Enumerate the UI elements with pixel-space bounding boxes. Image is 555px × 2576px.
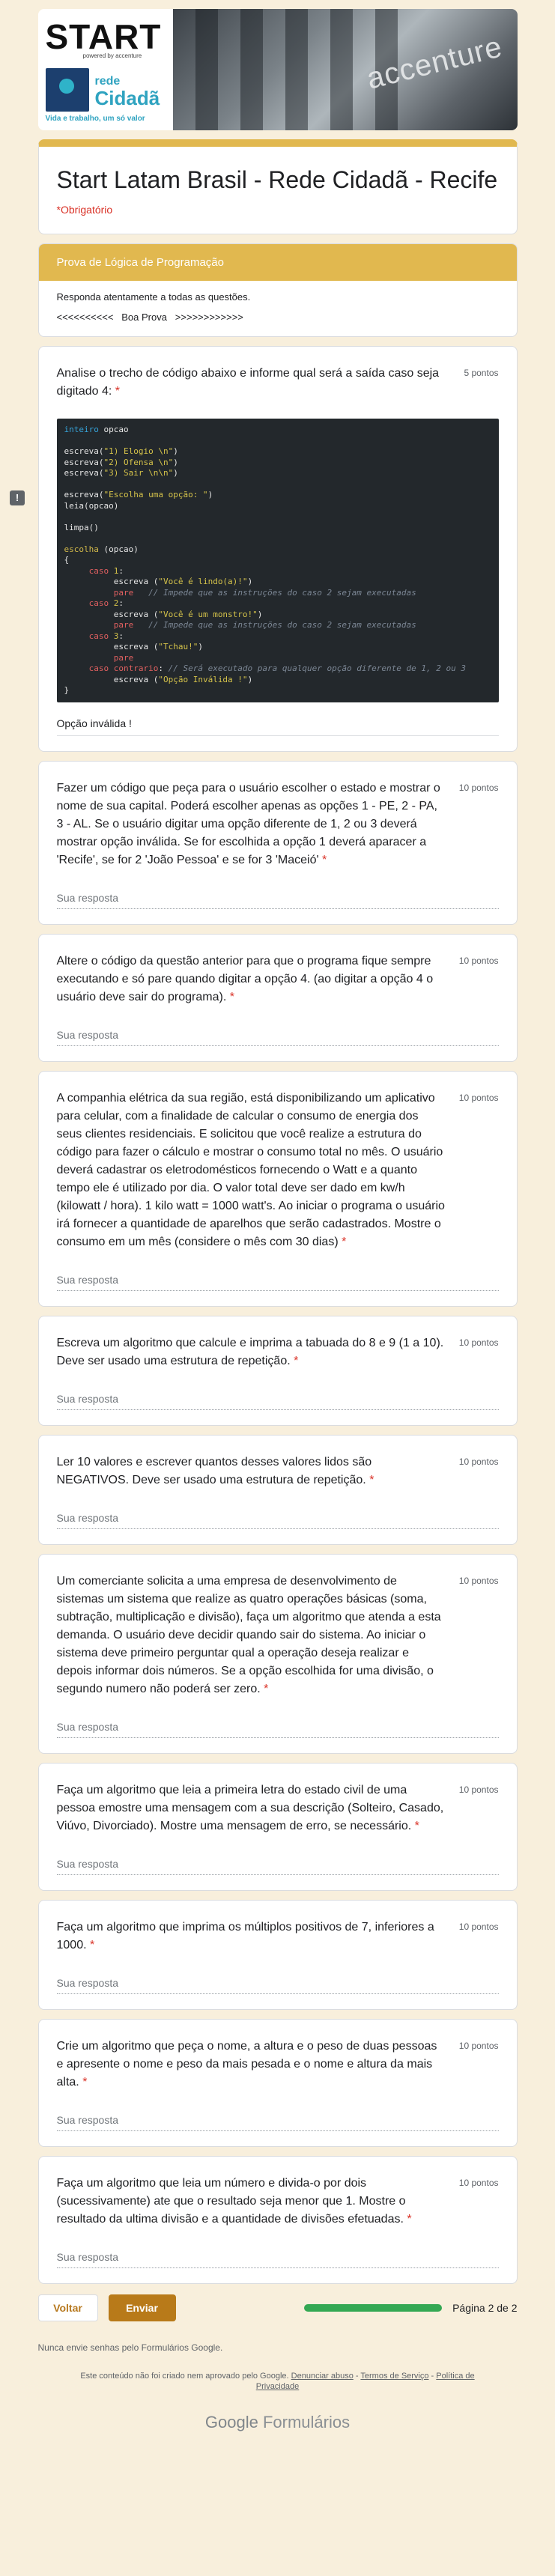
question-card: Um comerciante solicita a uma empresa de… [37, 1553, 518, 1754]
question-text: A companhia elétrica da sua região, está… [56, 1091, 445, 1248]
back-button[interactable]: Voltar [37, 2294, 98, 2321]
points-badge: 10 pontos [458, 1921, 499, 1932]
report-abuse-link[interactable]: Denunciar abuso [291, 2372, 354, 2381]
question-text: Ler 10 valores e escrever quantos desses… [56, 1455, 374, 1486]
google-forms-logo[interactable]: Google Formulários [38, 2413, 518, 2462]
question-card: Crie um algoritmo que peça o nome, a alt… [37, 2018, 518, 2147]
password-warning: Nunca envie senhas pelo Formulários Goog… [37, 2342, 223, 2353]
question-text: Faça um algoritmo que leia um número e d… [56, 2176, 412, 2226]
question-text: Crie um algoritmo que peça o nome, a alt… [56, 2039, 437, 2089]
form-navigation: Voltar Enviar Página 2 de 2 [37, 2293, 518, 2323]
section-wish: <<<<<<<<<< Boa Prova >>>>>>>>>>>> [56, 312, 243, 323]
points-badge: 10 pontos [458, 782, 499, 793]
question-text: Escreva um algoritmo que calcule e impri… [56, 1336, 444, 1367]
disclaimer-text: Este conteúdo não foi criado nem aprovad… [80, 2371, 289, 2381]
answer-field[interactable]: Sua resposta [56, 1858, 499, 1875]
points-badge: 10 pontos [458, 2177, 499, 2188]
answer-field[interactable]: Sua resposta [56, 1512, 499, 1529]
points-badge: 5 pontos [464, 368, 499, 378]
question-card: A companhia elétrica da sua região, está… [37, 1070, 518, 1307]
question-card: Escreva um algoritmo que calcule e impri… [37, 1315, 518, 1426]
answer-field[interactable]: Sua resposta [56, 2251, 499, 2268]
progress-bar-fill [304, 2303, 443, 2312]
building-photo: accenture [172, 9, 518, 130]
question-card: Ler 10 valores e escrever quantos desses… [37, 1434, 518, 1545]
points-badge: 10 pontos [458, 1337, 499, 1348]
question-text: Altere o código da questão anterior para… [56, 954, 434, 1003]
section-title: Prova de Lógica de Programação [38, 244, 517, 281]
question-card: Faça um algoritmo que leia um número e d… [37, 2155, 518, 2284]
question-text: Um comerciante solicita a uma empresa de… [56, 1574, 441, 1695]
report-icon[interactable]: ! [10, 490, 25, 505]
brand-forms: Formulários [262, 2412, 351, 2431]
rede-cidada-icon [45, 68, 89, 112]
form-title-card: Start Latam Brasil - Rede Cidadã - Recif… [37, 139, 518, 234]
points-badge: 10 pontos [458, 1092, 499, 1103]
form-container: START powered by accenture rede Cidadã V… [37, 0, 518, 2462]
question-card: Altere o código da questão anterior para… [37, 933, 518, 1062]
answer-field[interactable]: Sua resposta [56, 1977, 499, 1994]
brand-google: Google [204, 2412, 258, 2431]
rede-line2: Cidadã [94, 87, 160, 109]
question-card: Faça um algoritmo que leia a primeira le… [37, 1762, 518, 1891]
terms-link[interactable]: Termos de Serviço [360, 2372, 428, 2381]
question-text: Fazer um código que peça para o usuário … [56, 781, 440, 866]
start-logo: START [45, 17, 162, 56]
banner-logos: START powered by accenture rede Cidadã V… [37, 9, 173, 130]
rede-tagline: Vida e trabalho, um só valor [45, 115, 145, 123]
rede-cidada-logo: rede Cidadã [45, 68, 166, 112]
code-image: inteiro opcao escreva("1) Elogio \n") es… [56, 419, 499, 702]
submit-button[interactable]: Enviar [108, 2294, 176, 2321]
points-badge: 10 pontos [458, 1784, 499, 1795]
answer-field[interactable]: Sua resposta [56, 1393, 499, 1410]
answer-field[interactable]: Sua resposta [56, 2114, 499, 2131]
form-title: Start Latam Brasil - Rede Cidadã - Recif… [56, 166, 498, 193]
progress-indicator: Página 2 de 2 [304, 2301, 518, 2314]
page-counter: Página 2 de 2 [452, 2301, 518, 2314]
question-text: Faça um algoritmo que leia a primeira le… [56, 1783, 444, 1832]
question-text: Faça um algoritmo que imprima os múltipl… [56, 1920, 434, 1951]
question-card: Fazer um código que peça para o usuário … [37, 760, 518, 925]
question-card: Faça um algoritmo que imprima os múltipl… [37, 1899, 518, 2010]
answer-field[interactable]: Sua resposta [56, 1029, 499, 1046]
header-banner: START powered by accenture rede Cidadã V… [37, 9, 518, 130]
section-description: Responda atentamente a todas as questões… [56, 291, 251, 303]
points-badge: 10 pontos [458, 2040, 499, 2051]
points-badge: 10 pontos [458, 1575, 499, 1586]
required-note: *Obrigatório [56, 204, 113, 216]
question-text: Analise o trecho de código abaixo e info… [56, 367, 440, 398]
answer-field[interactable]: Sua resposta [56, 1274, 499, 1291]
points-badge: 10 pontos [458, 1456, 499, 1467]
question-card: Analise o trecho de código abaixo e info… [37, 346, 518, 752]
progress-bar [304, 2303, 443, 2312]
answer-field[interactable]: Sua resposta [56, 892, 499, 909]
separator: - [428, 2371, 437, 2381]
answer-field[interactable]: Sua resposta [56, 1721, 499, 1738]
answer-field[interactable]: Opção inválida ! [56, 717, 499, 736]
section-card: Prova de Lógica de Programação Responda … [37, 243, 518, 337]
separator: - [353, 2371, 361, 2381]
disclaimer: Este conteúdo não foi criado nem aprovad… [38, 2371, 518, 2392]
points-badge: 10 pontos [458, 955, 499, 966]
